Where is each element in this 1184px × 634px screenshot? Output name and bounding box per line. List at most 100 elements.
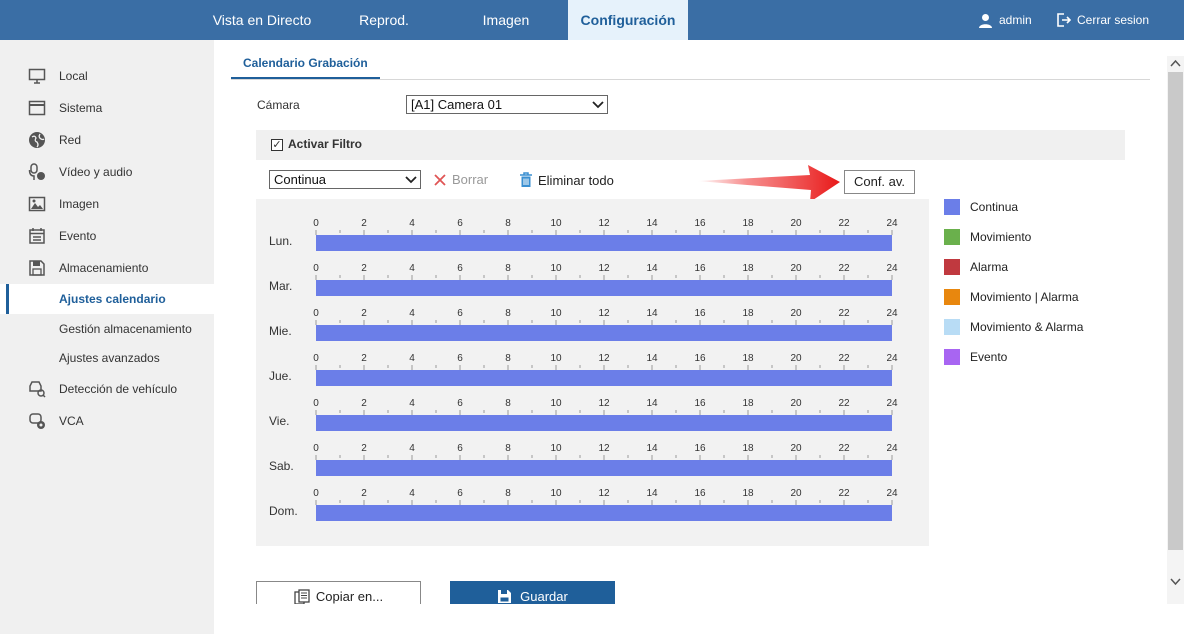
schedule-panel: 0 2 4 6 8 10 12 14 16 18 20 22 24 Lun. 0 2 4 6 8 10 12 14 16 18… — [256, 199, 929, 546]
sidebar-item-event[interactable]: Evento — [0, 221, 214, 251]
logout-link[interactable]: Cerrar sesion — [1057, 0, 1149, 40]
sidebar-item-schedule-settings[interactable]: Ajustes calendario — [0, 284, 214, 314]
tick-label: 16 — [694, 443, 706, 454]
tick-label: 8 — [505, 488, 511, 499]
logout-label: Cerrar sesion — [1077, 13, 1150, 27]
tick-label: 20 — [790, 488, 802, 499]
tick-label: 22 — [838, 218, 850, 229]
storage-icon — [28, 259, 46, 277]
sidebar-item-system[interactable]: Sistema — [0, 93, 214, 123]
tick-label: 8 — [505, 353, 511, 364]
tab-divider — [231, 79, 1150, 80]
sidebar-item-storage-management[interactable]: Gestión almacenamiento — [0, 314, 214, 344]
tick-label: 12 — [598, 308, 610, 319]
user-menu[interactable]: admin — [978, 0, 1032, 40]
schedule-bar-sab[interactable] — [316, 460, 892, 476]
filter-label: Activar Filtro — [288, 137, 363, 151]
tick-label: 20 — [790, 263, 802, 274]
schedule-bar-mie[interactable] — [316, 325, 892, 341]
tick-label: 2 — [361, 308, 367, 319]
sidebar-item-label: Sistema — [59, 101, 103, 115]
scroll-down-icon[interactable] — [1170, 578, 1181, 586]
legend-swatch — [944, 199, 960, 215]
window-icon — [28, 99, 46, 117]
day-label: Mar. — [269, 279, 292, 293]
vertical-scrollbar[interactable] — [1167, 56, 1184, 604]
tick-label: 10 — [550, 443, 562, 454]
tick-label: 20 — [790, 308, 802, 319]
schedule-bar-vie[interactable] — [316, 415, 892, 431]
tick-label: 16 — [694, 488, 706, 499]
sidebar-item-network[interactable]: Red — [0, 125, 214, 155]
tick-label: 12 — [598, 398, 610, 409]
tick-label: 4 — [409, 218, 415, 229]
nav-live-view[interactable]: Vista en Directo — [198, 0, 326, 40]
sidebar-item-storage[interactable]: Almacenamiento — [0, 253, 214, 283]
tick-label: 18 — [742, 488, 754, 499]
tick-label: 14 — [646, 308, 658, 319]
tick-label: 6 — [457, 488, 463, 499]
legend-item: Evento — [944, 349, 1144, 365]
tick-label: 18 — [742, 443, 754, 454]
tick-label: 2 — [361, 443, 367, 454]
tick-label: 18 — [742, 398, 754, 409]
tick-label: 22 — [838, 398, 850, 409]
legend-label: Movimiento — [970, 230, 1032, 244]
tick-label: 4 — [409, 488, 415, 499]
camera-select[interactable]: [A1] Camera 01 — [406, 95, 608, 114]
calendar-icon — [28, 227, 46, 245]
tick-label: 22 — [838, 353, 850, 364]
legend-swatch — [944, 289, 960, 305]
legend-swatch — [944, 229, 960, 245]
scroll-thumb[interactable] — [1168, 72, 1183, 550]
tick-label: 22 — [838, 263, 850, 274]
legend-label: Evento — [970, 350, 1008, 364]
sidebar-item-advanced-settings[interactable]: Ajustes avanzados — [0, 343, 214, 373]
tick-label: 24 — [886, 443, 898, 454]
legend-item: Alarma — [944, 259, 1144, 275]
filter-checkbox[interactable]: ✓ — [271, 139, 283, 151]
schedule-bar-lun[interactable] — [316, 235, 892, 251]
legend-item: Movimiento & Alarma — [944, 319, 1144, 335]
schedule-bar-jue[interactable] — [316, 370, 892, 386]
tab-recording-schedule[interactable]: Calendario Grabación — [231, 50, 380, 79]
day-label: Lun. — [269, 234, 292, 248]
schedule-bar-dom[interactable] — [316, 505, 892, 521]
save-label: Guardar — [520, 588, 568, 604]
sidebar-item-vca[interactable]: VCA — [0, 406, 214, 436]
tick-label: 10 — [550, 308, 562, 319]
schedule-bar-mar[interactable] — [316, 280, 892, 296]
scroll-up-icon[interactable] — [1170, 59, 1181, 67]
monitor-icon — [28, 67, 46, 85]
chevron-down-icon — [405, 176, 417, 184]
sidebar-item-image[interactable]: Imagen — [0, 189, 214, 219]
advanced-settings-button[interactable]: Conf. av. — [844, 170, 915, 194]
tick-label: 10 — [550, 263, 562, 274]
nav-image[interactable]: Imagen — [460, 0, 552, 40]
username: admin — [999, 13, 1032, 27]
tick-label: 18 — [742, 218, 754, 229]
delete-button[interactable]: Borrar — [433, 172, 488, 187]
delete-all-button[interactable]: Eliminar todo — [519, 172, 614, 188]
tick-label: 6 — [457, 353, 463, 364]
legend-label: Continua — [970, 200, 1019, 214]
close-icon — [434, 173, 446, 186]
sidebar-item-label: VCA — [59, 414, 84, 428]
tick-label: 14 — [646, 263, 658, 274]
legend-item: Movimiento — [944, 229, 1144, 245]
sidebar-item-video-audio[interactable]: Vídeo y audio — [0, 157, 214, 187]
image-icon — [28, 195, 46, 213]
tick-label: 4 — [409, 443, 415, 454]
nav-configuration[interactable]: Configuración — [568, 0, 688, 40]
tick-label: 12 — [598, 263, 610, 274]
nav-playback[interactable]: Reprod. — [340, 0, 428, 40]
sidebar-item-local[interactable]: Local — [0, 61, 214, 91]
tick-label: 8 — [505, 218, 511, 229]
sidebar-item-vehicle-detection[interactable]: Detección de vehículo — [0, 374, 214, 404]
tick-label: 16 — [694, 308, 706, 319]
copy-icon — [294, 588, 310, 605]
record-type-select[interactable]: Continua — [269, 170, 421, 189]
tick-label: 20 — [790, 218, 802, 229]
tick-label: 8 — [505, 308, 511, 319]
schedule-grid: 0 2 4 6 8 10 12 14 16 18 20 22 24Lun.0 2 4 6 8 10 12 14 16 18… — [269, 218, 898, 521]
